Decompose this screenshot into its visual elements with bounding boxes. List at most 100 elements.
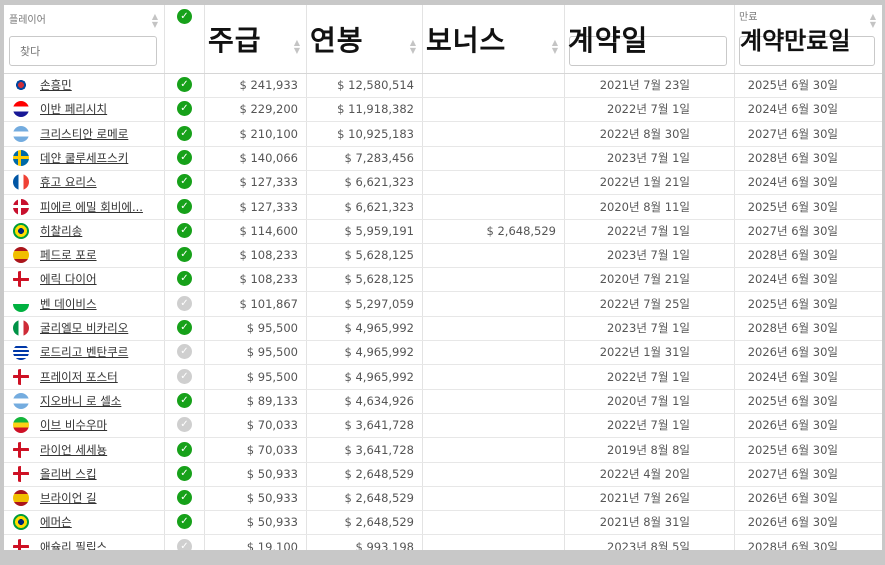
table-row[interactable]: 에릭 다이어 ✓ $ 108,233 $ 5,628,125 2020년 7월 21일 2… [4,267,882,293]
status-check-icon[interactable]: ✓ [177,125,192,141]
status-check-icon[interactable]: ✓ [177,538,192,550]
status-check-icon[interactable]: ✓ [177,295,192,311]
sort-icon[interactable]: ▲ ▼ [152,13,158,29]
status-check-icon[interactable]: ✓ [177,514,192,530]
expiry-date-cell: 2028년 6월 30일 [747,150,838,165]
player-name-link[interactable]: 굴리엘모 비카리오 [40,321,128,335]
sort-icon[interactable]: ▲ ▼ [870,13,876,29]
table-row[interactable]: 지오바니 로 셀소 ✓ $ 89,133 $ 4,634,926 2020년 7월 1일… [4,389,882,414]
status-check-icon[interactable]: ✓ [177,441,192,457]
player-name-link[interactable]: 데얀 쿨루세프스키 [40,151,128,165]
table-row[interactable]: 라이언 세세뇽 ✓ $ 70,033 $ 3,641,728 2019년 8월 8일 20… [4,438,882,463]
header-status[interactable]: ✓ [164,5,204,73]
bonus-cell [422,170,556,194]
player-name-cell: 굴리엘모 비카리오 [40,316,158,340]
player-name-link[interactable]: 에머슨 [40,515,72,529]
player-search-input[interactable] [9,36,157,66]
table-row[interactable]: 굴리엘모 비카리오 ✓ $ 95,500 $ 4,965,992 2023년 7월 1일… [4,316,882,341]
table-row[interactable]: 에머슨 ✓ $ 50,933 $ 2,648,529 2021년 8월 31일 2026년… [4,510,882,536]
status-check-icon[interactable]: ✓ [177,465,192,481]
bonus-cell [422,510,556,534]
header-weekly[interactable]: 주급 ▲ ▼ [204,5,306,73]
status-check-icon[interactable]: ✓ [177,417,192,433]
status-check-icon[interactable]: ✓ [177,222,192,238]
player-name-link[interactable]: 이브 비수우마 [40,418,107,432]
bonus-cell [422,73,556,97]
weekly-wage-cell: $ 70,033 [246,442,298,457]
player-name-cell: 이반 페리시치 [40,97,158,121]
select-all-check-icon[interactable]: ✓ [177,9,192,24]
player-name-cell: 올리버 스킵 [40,462,158,486]
bonus-cell [422,365,556,389]
table-row[interactable]: 피에르 에밀 회비에... ✓ $ 127,333 $ 6,621,323 2020년 … [4,195,882,220]
header-expiry[interactable]: 만료 ▲ ▼ 계약만료일 [734,5,882,73]
table-row[interactable]: 벤 데이비스 ✓ $ 101,867 $ 5,297,059 2022년 7월 25일 2… [4,292,882,317]
status-check-icon[interactable]: ✓ [177,101,192,117]
bonus-cell [422,195,556,219]
annual-salary-cell: $ 5,959,191 [344,223,415,238]
header-bonus[interactable]: 보너스 ▲ ▼ [422,5,564,73]
table-row[interactable]: 이반 페리시치 ✓ $ 229,200 $ 11,918,382 2022년 7월 1일… [4,97,882,123]
table-row[interactable]: 로드리고 벤탄쿠르 ✓ $ 95,500 $ 4,965,992 2022년 1월 31… [4,340,882,366]
player-name-cell: 브라이언 길 [40,486,158,510]
table-row[interactable]: 크리스티안 로메로 ✓ $ 210,100 $ 10,925,183 2022년 8월 … [4,122,882,147]
player-name-link[interactable]: 에릭 다이어 [40,272,97,286]
weekly-column-label: 주급 [208,24,262,57]
player-name-cell: 데얀 쿨루세프스키 [40,146,158,170]
weekly-wage-cell: $ 229,200 [239,102,298,117]
status-check-icon[interactable]: ✓ [177,271,192,287]
table-row[interactable]: 휴고 요리스 ✓ $ 127,333 $ 6,621,323 2022년 1월 21일 2… [4,170,882,196]
header-contract[interactable]: 계약일 [564,5,734,73]
annual-salary-cell: $ 4,634,926 [344,393,415,408]
table-row[interactable]: 프레이저 포스터 ✓ $ 95,500 $ 4,965,992 2022년 7월 1일 2… [4,365,882,390]
annual-salary-cell: $ 4,965,992 [344,369,415,384]
table-row[interactable]: 손흥민 ✓ $ 241,933 $ 12,580,514 2021년 7월 23일 202… [4,73,882,98]
status-check-icon[interactable]: ✓ [177,368,192,384]
flag-es-icon [13,247,29,264]
player-name-link[interactable]: 애슐리 필립스 [40,540,107,550]
status-check-icon[interactable]: ✓ [177,77,192,92]
status-check-icon[interactable]: ✓ [177,149,192,165]
status-check-icon[interactable]: ✓ [177,174,192,190]
table-row[interactable]: 이브 비수우마 ✓ $ 70,033 $ 3,641,728 2022년 7월 1일 20… [4,413,882,439]
player-name-link[interactable]: 라이언 세세뇽 [40,443,107,457]
player-name-cell: 이브 비수우마 [40,413,158,437]
status-check-icon[interactable]: ✓ [177,392,192,408]
player-name-link[interactable]: 로드리고 벤탄쿠르 [40,345,128,359]
sort-icon[interactable]: ▲ ▼ [552,39,558,55]
bonus-cell [422,292,556,316]
player-name-link[interactable]: 올리버 스킵 [40,467,97,481]
table-row[interactable]: 애슐리 필립스 ✓ $ 19,100 $ 993,198 2023년 8월 5일 2028… [4,535,882,550]
player-name-link[interactable]: 페드로 포로 [40,248,97,262]
status-check-icon[interactable]: ✓ [177,490,192,506]
header-player[interactable]: 플레이어 ▲ ▼ [4,5,164,73]
contract-date-cell: 2023년 7월 1일 [607,321,690,335]
player-name-link[interactable]: 크리스티안 로메로 [40,127,128,141]
player-name-link[interactable]: 지오바니 로 셀소 [40,394,121,408]
table-row[interactable]: 올리버 스킵 ✓ $ 50,933 $ 2,648,529 2022년 4월 20일 20… [4,462,882,487]
table-row[interactable]: 브라이언 길 ✓ $ 50,933 $ 2,648,529 2021년 7월 26일 20… [4,486,882,512]
player-name-link[interactable]: 벤 데이비스 [40,297,97,311]
player-name-link[interactable]: 프레이저 포스터 [40,370,118,384]
table-row[interactable]: 히찰리송 ✓ $ 114,600 $ 5,959,191 $ 2,648,529 2022… [4,219,882,244]
player-name-link[interactable]: 이반 페리시치 [40,102,107,116]
bonus-cell [422,462,556,486]
player-name-link[interactable]: 히찰리송 [40,224,82,238]
status-check-icon[interactable]: ✓ [177,320,192,335]
player-name-link[interactable]: 손흥민 [40,78,72,92]
player-name-cell: 벤 데이비스 [40,292,158,316]
sort-icon[interactable]: ▲ ▼ [410,39,416,55]
player-name-link[interactable]: 휴고 요리스 [40,175,97,189]
table-row[interactable]: 페드로 포로 ✓ $ 108,233 $ 5,628,125 2023년 7월 1일 20… [4,243,882,269]
header-annual[interactable]: 연봉 ▲ ▼ [306,5,422,73]
table-row[interactable]: 데얀 쿨루세프스키 ✓ $ 140,066 $ 7,283,456 2023년 7월 1… [4,146,882,171]
status-check-icon[interactable]: ✓ [177,198,192,214]
player-name-link[interactable]: 브라이언 길 [40,491,97,505]
bonus-cell [422,389,556,413]
status-check-icon[interactable]: ✓ [177,344,192,360]
expiry-date-cell: 2025년 6월 30일 [747,296,838,311]
status-check-icon[interactable]: ✓ [177,247,192,263]
player-name-link[interactable]: 피에르 에밀 회비에... [40,200,143,214]
flag-es-icon [13,490,29,507]
sort-icon[interactable]: ▲ ▼ [294,39,300,55]
